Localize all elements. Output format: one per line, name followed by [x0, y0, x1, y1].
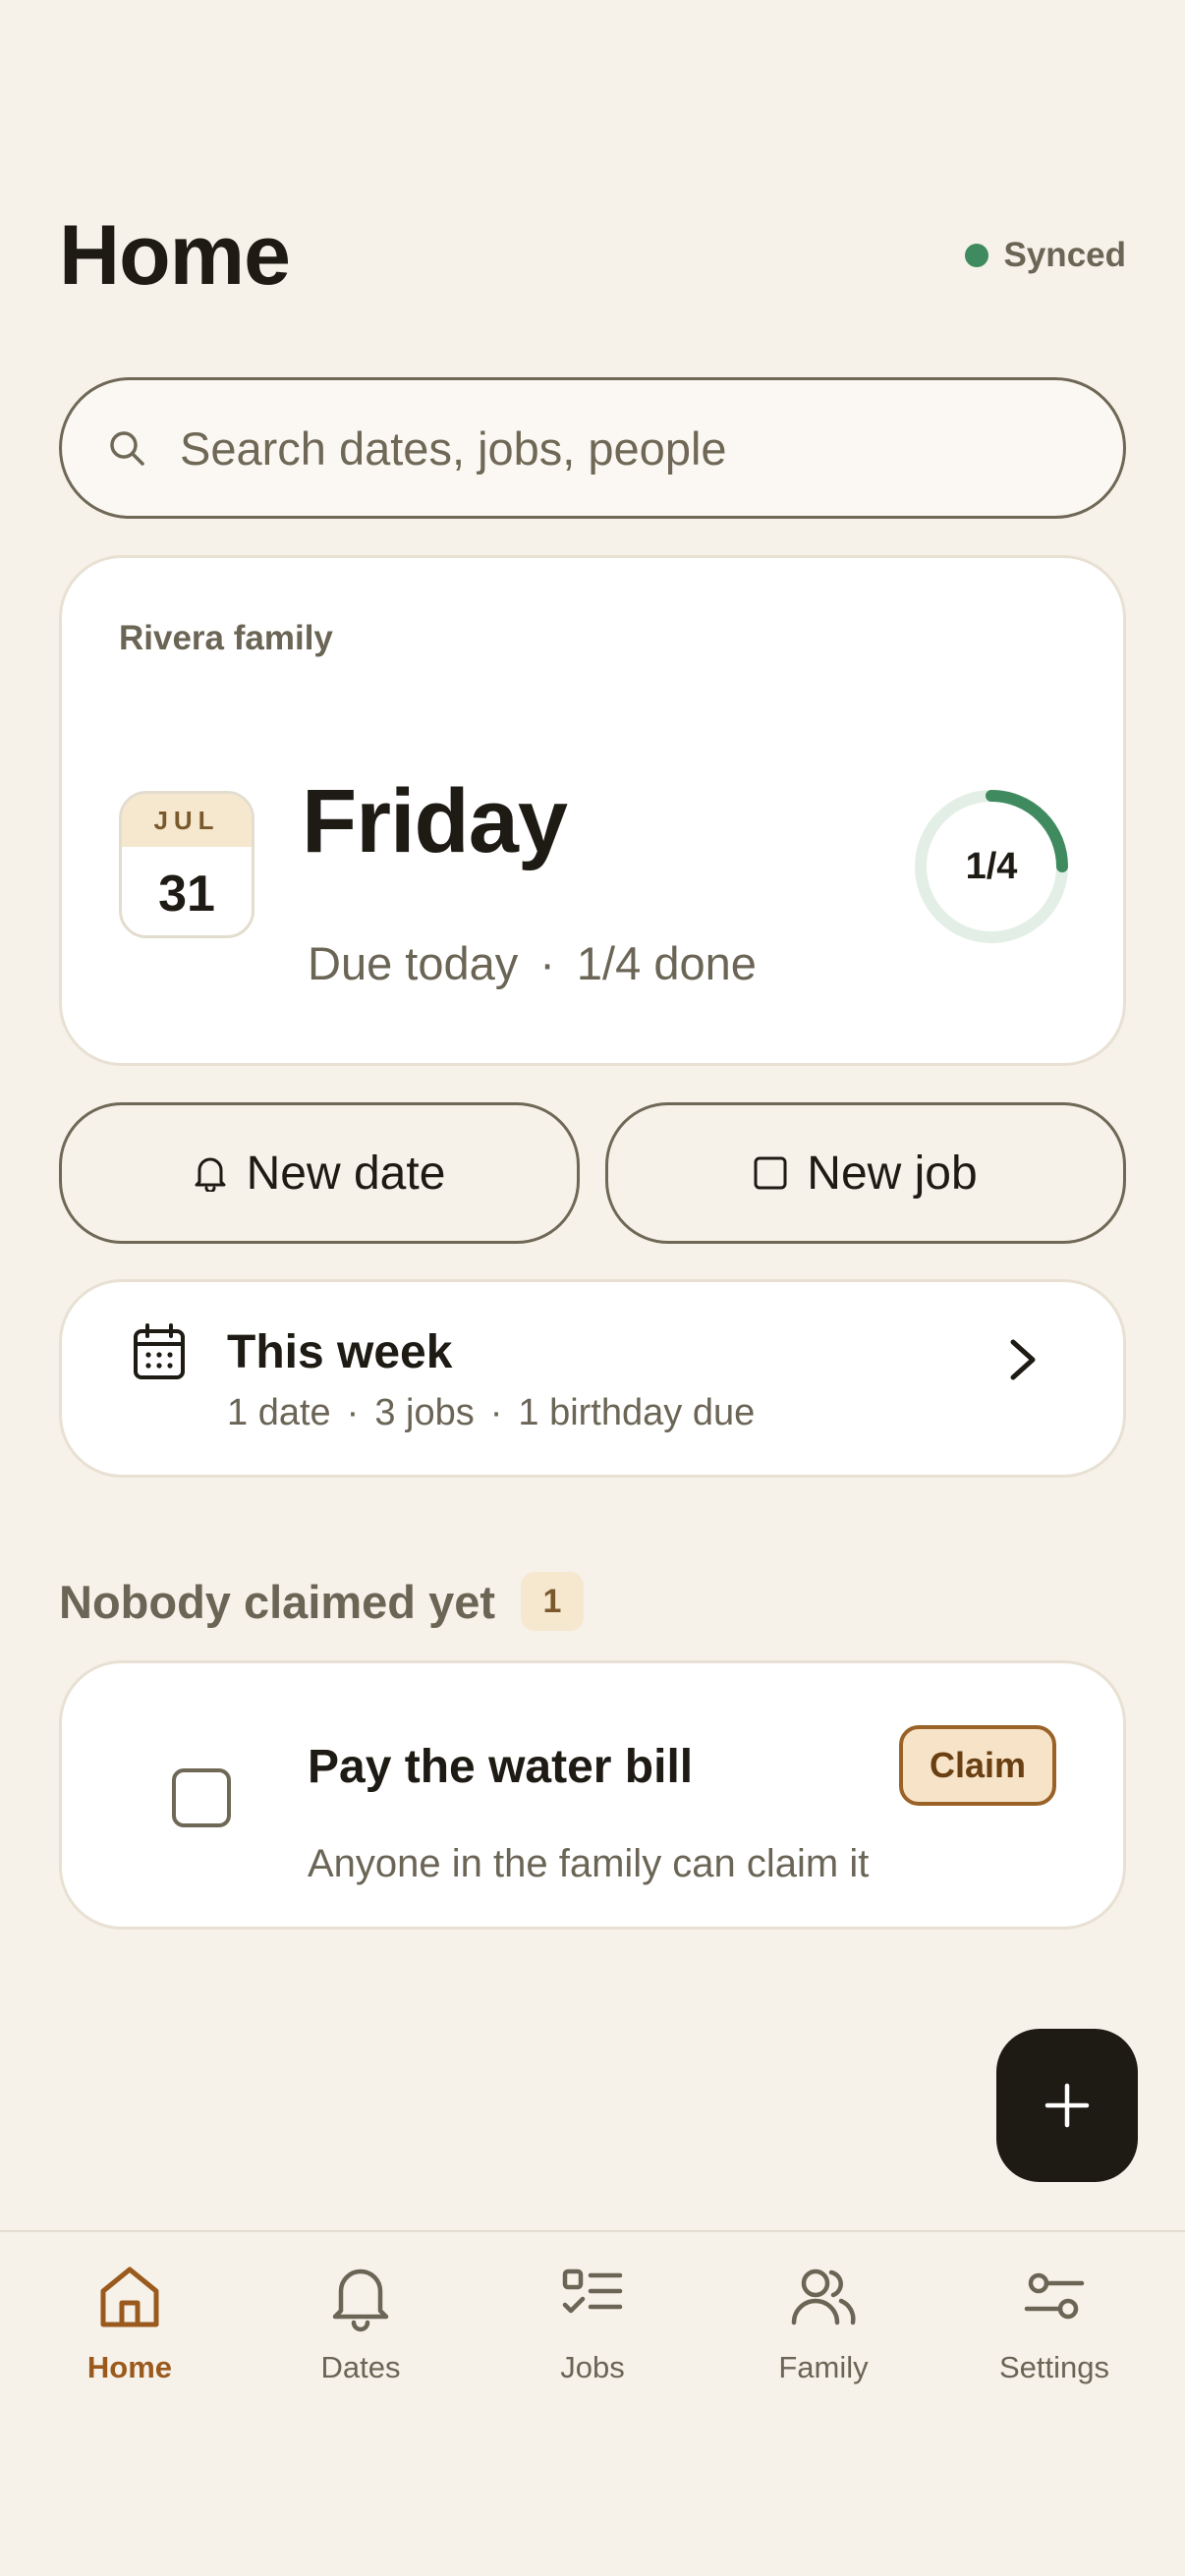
- sync-label: Synced: [1003, 236, 1127, 274]
- task-card[interactable]: Pay the water bill Anyone in the family …: [59, 1660, 1126, 1930]
- nav-item-settings[interactable]: Settings: [956, 2254, 1153, 2421]
- bell-icon: [332, 2268, 389, 2332]
- sync-dot-icon: [964, 244, 988, 267]
- sliders-icon: [1024, 2272, 1085, 2320]
- bell-icon: [195, 1157, 226, 1192]
- task-title: Pay the water bill: [308, 1741, 694, 1793]
- date-month: JUL: [122, 794, 252, 847]
- due-label: Due today: [308, 937, 519, 989]
- separator-dot: ·: [346, 1392, 360, 1433]
- task-subtitle: Anyone in the family can claim it: [308, 1842, 870, 1885]
- search-input[interactable]: [180, 420, 1123, 476]
- page-title: Home: [59, 207, 291, 303]
- weekday-title: Friday: [302, 771, 568, 871]
- checklist-icon: [562, 2268, 623, 2314]
- today-card[interactable]: Rivera family JUL 31 Friday Due today · …: [59, 555, 1126, 1066]
- done-label: 1/4 done: [576, 937, 757, 989]
- nav-item-jobs[interactable]: Jobs: [494, 2254, 691, 2421]
- count-badge: 1: [521, 1572, 584, 1631]
- section-title: Nobody claimed yet: [59, 1575, 495, 1628]
- search-icon: [110, 431, 144, 466]
- square-icon: [754, 1156, 787, 1190]
- plus-icon: [1044, 2083, 1090, 2128]
- separator-dot: ·: [539, 937, 555, 989]
- home-icon: [100, 2267, 159, 2327]
- bottom-nav: Home Dates Jobs Family Settings: [0, 2230, 1185, 2576]
- nav-item-family[interactable]: Family: [725, 2254, 922, 2421]
- home-screen: Home Synced Rivera family JUL 31 Friday …: [0, 0, 1185, 2576]
- new-date-button[interactable]: New date: [59, 1102, 580, 1244]
- nav-item-home[interactable]: Home: [31, 2254, 228, 2421]
- nav-label-dates: Dates: [320, 2350, 401, 2384]
- new-job-label: New job: [807, 1147, 978, 1200]
- task-checkbox[interactable]: [172, 1768, 231, 1827]
- week-birthdays: 1 birthday due: [518, 1392, 756, 1433]
- due-summary: Due today · 1/4 done: [308, 936, 757, 990]
- date-day: 31: [158, 866, 215, 923]
- sync-status: Synced: [964, 236, 1127, 275]
- date-tile: JUL 31: [119, 791, 254, 938]
- header: Home Synced: [59, 201, 1126, 309]
- nav-label-jobs: Jobs: [560, 2350, 625, 2384]
- claim-button[interactable]: Claim: [899, 1725, 1056, 1806]
- week-dates: 1 date: [227, 1392, 331, 1433]
- week-summary: 1 date · 3 jobs · 1 birthday due: [227, 1392, 755, 1434]
- people-icon: [791, 2268, 856, 2325]
- new-date-label: New date: [246, 1147, 446, 1200]
- unclaimed-header: Nobody claimed yet 1: [59, 1572, 584, 1631]
- separator-dot: ·: [489, 1392, 503, 1433]
- new-job-button[interactable]: New job: [605, 1102, 1126, 1244]
- progress-label: 1/4: [965, 845, 1018, 887]
- nav-label-home: Home: [86, 2350, 173, 2384]
- add-fab-button[interactable]: [996, 2029, 1138, 2182]
- week-jobs: 3 jobs: [374, 1392, 475, 1433]
- calendar-icon: [134, 1323, 185, 1379]
- chevron-right-icon: [1010, 1339, 1036, 1380]
- search-bar[interactable]: [59, 377, 1126, 519]
- nav-label-settings: Settings: [998, 2350, 1109, 2384]
- nav-item-dates[interactable]: Dates: [262, 2254, 459, 2421]
- family-name: Rivera family: [119, 619, 333, 657]
- week-title: This week: [227, 1326, 453, 1378]
- this-week-card[interactable]: This week 1 date · 3 jobs · 1 birthday d…: [59, 1279, 1126, 1478]
- nav-label-family: Family: [778, 2350, 869, 2384]
